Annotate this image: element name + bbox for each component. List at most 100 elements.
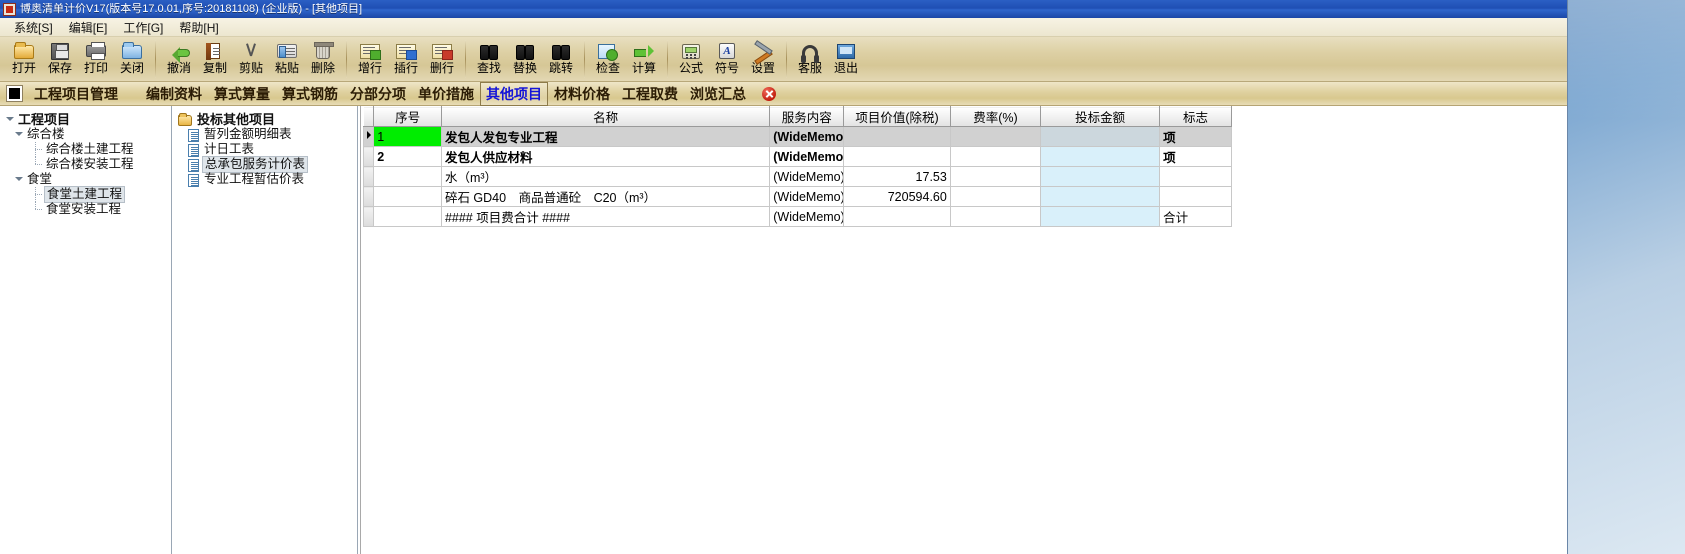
table-row[interactable]: 碎石 GD40 商品普通砼 C20（m³） (WideMemo) 720594.…: [362, 186, 1232, 207]
toolbar-button-add-row[interactable]: 增行: [352, 39, 388, 81]
toolbar-button-settings[interactable]: 设置: [745, 39, 781, 81]
tab-分部分项[interactable]: 分部分项: [344, 82, 412, 106]
cell-seq[interactable]: [373, 206, 442, 227]
tree-node-食堂安装工程[interactable]: 食堂安装工程: [4, 202, 171, 217]
cell-rate[interactable]: [949, 146, 1042, 167]
grid-header-val[interactable]: 项目价值(除税): [843, 106, 951, 127]
grid-header-seq[interactable]: 序号: [373, 106, 442, 127]
toolbar-button-find[interactable]: 查找: [471, 39, 507, 81]
toolbar-button-replace[interactable]: 替换: [507, 39, 543, 81]
table-row[interactable]: #### 项目费合计 #### (WideMemo) 合计: [362, 206, 1232, 227]
cell-flag[interactable]: 项: [1159, 126, 1232, 147]
toolbar-button-insert-row[interactable]: 插行: [388, 39, 424, 81]
menu-edit[interactable]: 编辑[E]: [61, 18, 116, 37]
tree-node-食堂土建工程[interactable]: 食堂土建工程: [4, 186, 171, 203]
tab-编制资料[interactable]: 编制资料: [140, 82, 208, 106]
tab-算式算量[interactable]: 算式算量: [208, 82, 276, 106]
menu-work[interactable]: 工作[G]: [115, 18, 171, 37]
cell-flag[interactable]: [1159, 186, 1232, 207]
tree-node-综合楼土建工程[interactable]: 综合楼土建工程: [4, 142, 171, 157]
menu-system[interactable]: 系统[S]: [6, 18, 61, 37]
tree-node-食堂[interactable]: 食堂: [4, 172, 171, 187]
cell-name[interactable]: #### 项目费合计 ####: [440, 206, 771, 227]
sheet-item-总承包服务计价表[interactable]: 总承包服务计价表: [178, 156, 357, 173]
cell-rate[interactable]: [949, 126, 1042, 147]
tree-node-综合楼安装工程[interactable]: 综合楼安装工程: [4, 157, 171, 172]
cell-name[interactable]: 水（m³）: [440, 166, 771, 187]
table-row[interactable]: 2 发包人供应材料 (WideMemo 项: [362, 146, 1232, 167]
tree-node-root[interactable]: 工程项目: [4, 112, 171, 127]
grid-header-bid[interactable]: 投标金额: [1040, 106, 1161, 127]
sheet-root-node[interactable]: 投标其他项目: [178, 112, 357, 127]
chevron-down-icon[interactable]: [13, 129, 25, 141]
cell-seq[interactable]: 1: [373, 126, 442, 147]
toolbar-button-delete-row[interactable]: 删行: [424, 39, 460, 81]
toolbar-button-exit[interactable]: 退出: [828, 39, 864, 81]
cell-bid[interactable]: [1040, 206, 1161, 227]
tab-算式钢筋[interactable]: 算式钢筋: [276, 82, 344, 106]
grid-header-rate[interactable]: 费率(%): [949, 106, 1042, 127]
sheet-item-专业工程暂估价表[interactable]: 专业工程暂估价表: [178, 172, 357, 187]
cell-value[interactable]: [843, 126, 951, 147]
cell-value[interactable]: 17.53: [843, 166, 951, 187]
cell-value[interactable]: [843, 206, 951, 227]
cell-seq[interactable]: 2: [373, 146, 442, 167]
toolbar-button-goto[interactable]: 跳转: [543, 39, 579, 81]
toolbar-button-print[interactable]: 打印: [78, 39, 114, 81]
cell-name[interactable]: 发包人供应材料: [440, 146, 771, 167]
module-project-management[interactable]: 工程项目管理: [28, 82, 124, 106]
close-circle-icon[interactable]: [762, 86, 776, 101]
cell-flag[interactable]: 项: [1159, 146, 1232, 167]
tab-工程取费[interactable]: 工程取费: [616, 82, 684, 106]
cell-name[interactable]: 碎石 GD40 商品普通砼 C20（m³）: [440, 186, 771, 207]
cell-service[interactable]: (WideMemo): [769, 206, 845, 227]
chevron-down-icon[interactable]: [4, 114, 16, 126]
cell-bid[interactable]: [1040, 126, 1161, 147]
black-square-icon[interactable]: [7, 86, 22, 101]
cell-rate[interactable]: [949, 206, 1042, 227]
tab-其他项目[interactable]: 其他项目: [480, 81, 548, 106]
cell-rate[interactable]: [949, 186, 1042, 207]
tab-单价措施[interactable]: 单价措施: [412, 82, 480, 106]
sheet-item-暂列金额明细表[interactable]: 暂列金额明细表: [178, 127, 357, 142]
cell-bid[interactable]: [1040, 166, 1161, 187]
cell-bid[interactable]: [1040, 146, 1161, 167]
cell-service[interactable]: (WideMemo: [769, 146, 845, 167]
cell-value[interactable]: 720594.60: [843, 186, 951, 207]
toolbar-button-delete[interactable]: 删除: [305, 39, 341, 81]
cell-service[interactable]: (WideMemo): [769, 186, 845, 207]
chevron-down-icon[interactable]: [13, 174, 25, 186]
toolbar-button-formula[interactable]: 公式: [673, 39, 709, 81]
toolbar-button-calculate[interactable]: 计算: [626, 39, 662, 81]
grid-header-name[interactable]: 名称: [440, 106, 771, 127]
tab-材料价格[interactable]: 材料价格: [548, 82, 616, 106]
toolbar-button-check[interactable]: 检查: [590, 39, 626, 81]
cell-flag[interactable]: 合计: [1159, 206, 1232, 227]
cell-rate[interactable]: [949, 166, 1042, 187]
other-items-grid[interactable]: 序号 名称 服务内容 项目价值(除税) 费率(%) 投标金额 标志 1 发包人发…: [362, 106, 1232, 227]
cell-service[interactable]: (WideMemo): [769, 166, 845, 187]
toolbar-button-close[interactable]: 关闭: [114, 39, 150, 81]
cell-bid[interactable]: [1040, 186, 1161, 207]
sheet-item-计日工表[interactable]: 计日工表: [178, 142, 357, 157]
cell-name[interactable]: 发包人发包专业工程: [440, 126, 771, 147]
tab-浏览汇总[interactable]: 浏览汇总: [684, 82, 752, 106]
toolbar-button-copy[interactable]: 复制: [197, 39, 233, 81]
tree-node-综合楼[interactable]: 综合楼: [4, 127, 171, 142]
toolbar-button-paste[interactable]: 粘贴: [269, 39, 305, 81]
grid-header-serv[interactable]: 服务内容: [769, 106, 845, 127]
cell-service[interactable]: (WideMemo: [769, 126, 845, 147]
toolbar-button-undo[interactable]: 撤消: [161, 39, 197, 81]
menu-help[interactable]: 帮助[H]: [171, 18, 226, 37]
table-row[interactable]: 1 发包人发包专业工程 (WideMemo 项: [362, 126, 1232, 147]
table-row[interactable]: 水（m³） (WideMemo) 17.53: [362, 166, 1232, 187]
cell-seq[interactable]: [373, 166, 442, 187]
cell-flag[interactable]: [1159, 166, 1232, 187]
toolbar-button-symbol[interactable]: A 符号: [709, 39, 745, 81]
toolbar-button-support[interactable]: 客服: [792, 39, 828, 81]
toolbar-button-open[interactable]: 打开: [6, 39, 42, 81]
grid-header-flag[interactable]: 标志: [1159, 106, 1232, 127]
cell-seq[interactable]: [373, 186, 442, 207]
toolbar-button-cut[interactable]: 剪贴: [233, 39, 269, 81]
toolbar-button-save[interactable]: 保存: [42, 39, 78, 81]
